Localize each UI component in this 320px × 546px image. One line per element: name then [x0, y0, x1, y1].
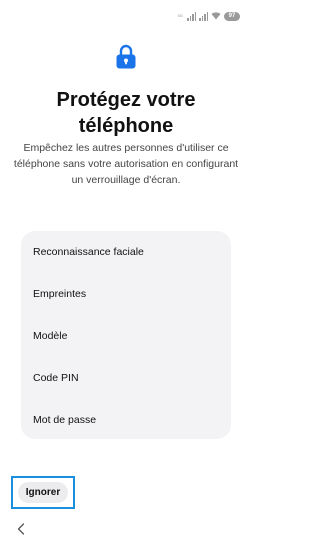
network-type-label: 5G — [177, 13, 183, 18]
status-icons: 5G 97 — [178, 7, 240, 25]
skip-button[interactable]: Ignorer — [17, 482, 69, 503]
status-bar: 5G 97 — [0, 0, 252, 26]
page-description: Empêchez les autres personnes d'utiliser… — [13, 142, 239, 186]
lock-options-list: Reconnaissance faciale Empreintes Modèle… — [21, 231, 231, 439]
back-chevron-icon — [17, 523, 25, 535]
lock-icon-container — [0, 44, 252, 70]
back-button[interactable] — [13, 521, 29, 537]
wifi-icon — [211, 7, 221, 25]
signal-icon-2 — [199, 11, 208, 21]
option-fingerprints[interactable]: Empreintes — [21, 277, 231, 311]
signal-icon — [187, 11, 196, 21]
lock-icon — [116, 44, 136, 69]
option-pattern[interactable]: Modèle — [21, 319, 231, 353]
battery-indicator: 97 — [224, 11, 240, 21]
option-pin-code[interactable]: Code PIN — [21, 361, 231, 395]
skip-highlight-frame: Ignorer — [11, 476, 75, 509]
page-title: Protégez votre téléphone — [56, 89, 196, 137]
option-face-recognition[interactable]: Reconnaissance faciale — [21, 235, 231, 269]
option-password[interactable]: Mot de passe — [21, 403, 231, 437]
